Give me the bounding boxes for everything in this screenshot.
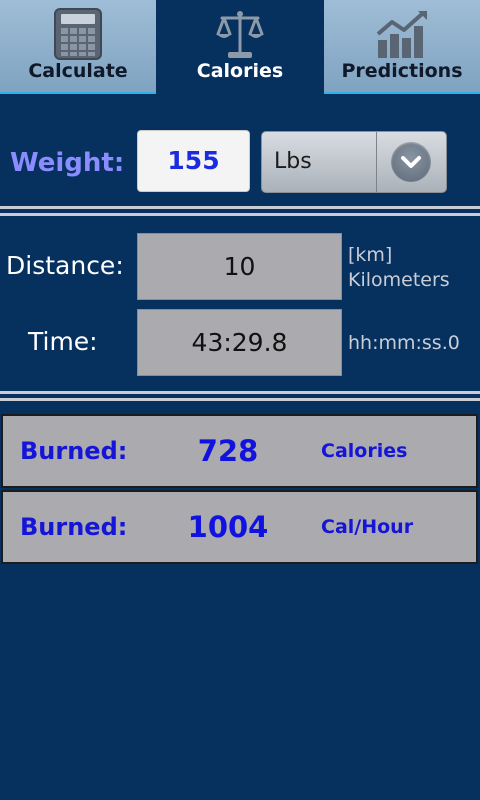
distance-input[interactable]: 10	[137, 233, 342, 300]
separator-line	[0, 206, 480, 209]
distance-unit-code: [km]	[348, 244, 393, 266]
result-row-calories: Burned: 728 Calories	[1, 414, 478, 488]
distance-label: Distance:	[6, 251, 124, 280]
tab-calculate[interactable]: Calculate	[0, 0, 156, 94]
tab-calories-label: Calories	[196, 60, 284, 82]
weight-unit-value: Lbs	[274, 149, 312, 174]
weight-unit-select[interactable]: Lbs	[261, 131, 447, 193]
distance-unit-name: Kilometers	[348, 269, 450, 291]
time-label: Time:	[28, 327, 98, 356]
calculator-icon	[54, 8, 102, 64]
tab-calculate-label: Calculate	[28, 60, 128, 82]
burned-cal-per-hour-value: 1004	[187, 510, 269, 544]
burned-calories-value: 728	[197, 434, 259, 468]
time-input[interactable]: 43:29.8	[137, 309, 342, 376]
burned-label: Burned:	[20, 513, 128, 541]
weight-label: Weight:	[10, 148, 125, 178]
separator-line	[0, 398, 480, 401]
result-row-cal-per-hour: Burned: 1004 Cal/Hour	[1, 490, 478, 564]
tab-bar: Calculate Calories Predictions	[0, 0, 480, 96]
tab-predictions[interactable]: Predictions	[324, 0, 480, 94]
tab-predictions-label: Predictions	[341, 60, 463, 82]
cal-per-hour-unit: Cal/Hour	[321, 516, 414, 538]
burned-label: Burned:	[20, 437, 128, 465]
select-divider	[376, 132, 377, 192]
separator-line	[0, 213, 480, 216]
tab-calories[interactable]: Calories	[156, 0, 324, 94]
distance-unit-hint: [km] Kilometers	[348, 243, 450, 293]
time-format-hint: hh:mm:ss.0	[348, 332, 460, 354]
bar-chart-icon	[374, 8, 430, 64]
weight-input[interactable]: 155	[137, 130, 250, 192]
scale-icon	[214, 8, 266, 64]
calories-unit: Calories	[321, 440, 408, 462]
chevron-down-icon[interactable]	[391, 142, 431, 182]
separator-line	[0, 391, 480, 394]
